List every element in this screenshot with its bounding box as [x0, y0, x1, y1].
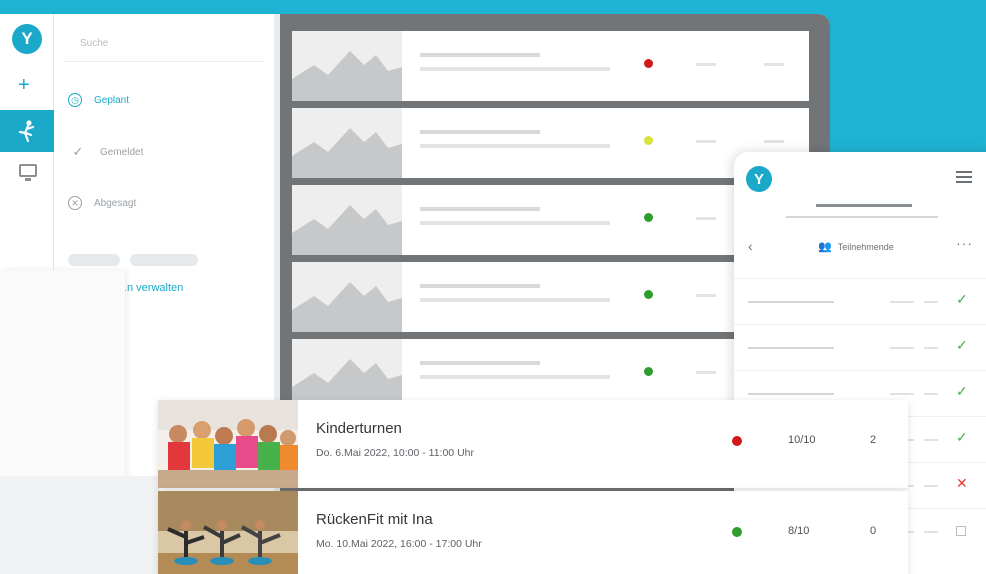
- back-icon[interactable]: ‹: [748, 238, 753, 254]
- people-icon: 👥: [818, 241, 832, 253]
- status-dot: [732, 436, 742, 446]
- running-figure-icon: [18, 120, 35, 143]
- event-card-kinderturnen[interactable]: Kinderturnen Do. 6.Mai 2022, 10:00 - 11:…: [158, 400, 908, 488]
- name-placeholder: [748, 301, 834, 303]
- more-icon[interactable]: ···: [956, 235, 973, 251]
- info-placeholder: [890, 347, 914, 349]
- fitness-icon[interactable]: [0, 110, 54, 152]
- subtitle-placeholder: [420, 375, 610, 379]
- monitor-icon[interactable]: [19, 164, 37, 181]
- count-placeholder: [696, 140, 716, 143]
- app-logo-icon[interactable]: Y: [12, 24, 42, 54]
- info-placeholder: [924, 301, 938, 303]
- menu-item-label: Abgesagt: [94, 197, 137, 209]
- subtitle-placeholder: [420, 221, 610, 225]
- status-dot: [644, 290, 653, 299]
- hamburger-menu-icon[interactable]: [956, 171, 972, 183]
- info-placeholder: [924, 393, 938, 395]
- title-placeholder: [420, 53, 540, 57]
- event-title: Kinderturnen: [316, 420, 402, 437]
- app-logo-icon[interactable]: Y: [746, 166, 772, 192]
- count-placeholder: [764, 140, 784, 143]
- thumbnail-placeholder: [292, 262, 402, 332]
- title-placeholder: [420, 284, 540, 288]
- check-icon[interactable]: ✓: [956, 383, 968, 400]
- status-dot: [644, 367, 653, 376]
- participants-tab[interactable]: 👥 Teilnehmende: [818, 240, 894, 253]
- mobile-nav-bar: ‹ 👥 Teilnehmende ···: [734, 232, 986, 262]
- filter-pill[interactable]: [68, 254, 120, 266]
- info-placeholder: [890, 301, 914, 303]
- title-placeholder: [420, 207, 540, 211]
- thumbnail-placeholder: [292, 108, 402, 178]
- mobile-title-placeholder: [816, 204, 912, 207]
- check-icon[interactable]: ✓: [956, 429, 968, 446]
- menu-item-abgesagt[interactable]: ✕ Abgesagt: [68, 188, 136, 218]
- check-icon: ✓: [72, 144, 84, 159]
- event-photo: [158, 491, 298, 574]
- event-date: Do. 6.Mai 2022, 10:00 - 11:00 Uhr: [316, 447, 474, 459]
- filter-pill[interactable]: [130, 254, 198, 266]
- participant-row[interactable]: ✓: [734, 324, 986, 370]
- status-dot: [644, 213, 653, 222]
- mobile-subtitle-placeholder: [786, 216, 938, 218]
- count-placeholder: [764, 63, 784, 66]
- participants-label: Teilnehmende: [837, 241, 894, 252]
- participant-count: 8/10: [788, 525, 810, 537]
- list-row[interactable]: [292, 339, 809, 409]
- name-placeholder: [748, 393, 834, 395]
- thumbnail-placeholder: [292, 185, 402, 255]
- participant-row[interactable]: ✓: [734, 278, 986, 324]
- menu-item-label: Geplant: [94, 94, 130, 106]
- overlay-card-footer: [0, 476, 160, 574]
- search-input[interactable]: Suche: [64, 28, 264, 62]
- info-placeholder: [924, 531, 938, 533]
- participant-count: 10/10: [788, 434, 816, 446]
- icon-rail: Y +: [0, 14, 54, 284]
- event-photo: [158, 400, 298, 488]
- check-icon[interactable]: ✓: [956, 337, 968, 354]
- menu-item-geplant[interactable]: ◷ Geplant: [68, 85, 129, 115]
- waitlist-count: 0: [870, 525, 877, 537]
- count-placeholder: [696, 371, 716, 374]
- info-placeholder: [924, 439, 938, 441]
- event-date: Mo. 10.Mai 2022, 16:00 - 17:00 Uhr: [316, 538, 482, 550]
- info-placeholder: [924, 485, 938, 487]
- list-row[interactable]: [292, 108, 809, 178]
- subtitle-placeholder: [420, 298, 610, 302]
- count-placeholder: [696, 294, 716, 297]
- thumbnail-placeholder: [292, 339, 402, 409]
- checkbox-icon[interactable]: [956, 526, 966, 536]
- status-dot: [644, 59, 653, 68]
- x-circle-icon: ✕: [68, 196, 82, 210]
- add-icon[interactable]: +: [18, 74, 30, 97]
- info-placeholder: [924, 347, 938, 349]
- menu-item-label: Gemeldet: [100, 146, 144, 158]
- list-row[interactable]: [292, 262, 809, 332]
- close-icon[interactable]: ✕: [956, 475, 968, 492]
- event-card-rueckenfit[interactable]: RückenFit mit Ina Mo. 10.Mai 2022, 16:00…: [158, 491, 908, 574]
- count-placeholder: [696, 63, 716, 66]
- thumbnail-placeholder: [292, 31, 402, 101]
- title-placeholder: [420, 361, 540, 365]
- status-dot: [644, 136, 653, 145]
- manage-link[interactable]: …n verwalten: [116, 282, 183, 294]
- event-title: RückenFit mit Ina: [316, 511, 433, 528]
- info-placeholder: [890, 393, 914, 395]
- list-row[interactable]: [292, 31, 809, 101]
- subtitle-placeholder: [420, 144, 610, 148]
- count-placeholder: [696, 217, 716, 220]
- menu-item-gemeldet[interactable]: ✓ Gemeldet: [68, 137, 144, 167]
- clock-icon: ◷: [68, 93, 82, 107]
- subtitle-placeholder: [420, 67, 610, 71]
- list-row[interactable]: [292, 185, 809, 255]
- name-placeholder: [748, 347, 834, 349]
- check-icon[interactable]: ✓: [956, 291, 968, 308]
- title-placeholder: [420, 130, 540, 134]
- waitlist-count: 2: [870, 434, 877, 446]
- status-dot: [732, 527, 742, 537]
